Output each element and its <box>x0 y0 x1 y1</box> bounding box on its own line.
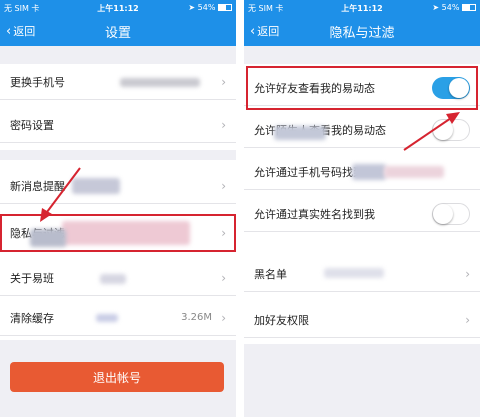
privacy-filter-screen: 无 SIM 卡 上午11:12 ➤ 54% ‹ 返回 隐私与过滤 允许好友查看我… <box>244 0 480 417</box>
settings-screen: 无 SIM 卡 上午11:12 ➤ 54% ‹ 返回 设置 更换手机号 › 密码… <box>0 0 236 417</box>
arrow-annotation-icon <box>40 167 81 222</box>
arrow-annotation-icon <box>403 112 460 151</box>
